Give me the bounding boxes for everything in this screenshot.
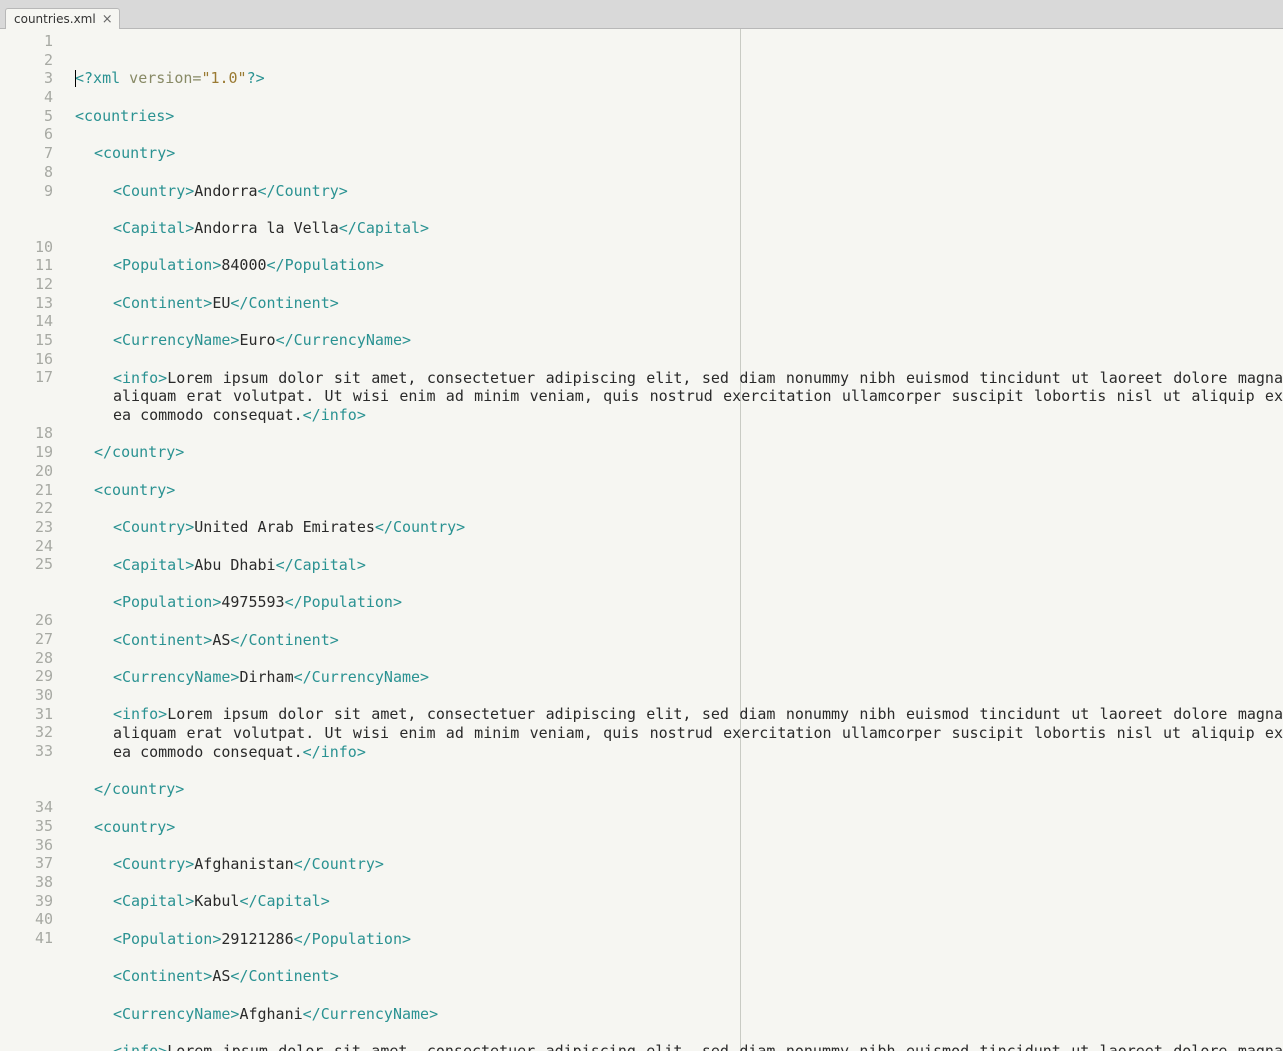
line-number: 28 [0,649,53,668]
line-number: 27 [0,630,53,649]
line-number: 24 [0,537,53,556]
line-number: 16 [0,350,53,369]
line-number: 12 [0,275,53,294]
line-number-gutter: 1234567891011121314151617181920212223242… [0,29,63,1051]
line-number: 20 [0,462,53,481]
line-number: 17 [0,368,53,387]
line-number: 33 [0,742,53,761]
line-number: 26 [0,611,53,630]
editor-area[interactable]: 1234567891011121314151617181920212223242… [0,29,1283,1051]
line-number: 10 [0,238,53,257]
line-number: 31 [0,705,53,724]
line-number: 9 [0,182,53,201]
line-number: 13 [0,294,53,313]
line-number: 7 [0,144,53,163]
line-number: 6 [0,125,53,144]
line-number: 32 [0,723,53,742]
countries-open: <countries> [75,107,174,125]
line-number [0,219,53,238]
line-number [0,406,53,425]
line-number [0,593,53,612]
line-number: 39 [0,892,53,911]
line-number [0,200,53,219]
line-number: 35 [0,817,53,836]
line-number: 30 [0,686,53,705]
line-number: 3 [0,69,53,88]
line-number [0,966,53,985]
line-number: 5 [0,107,53,126]
line-number: 25 [0,555,53,574]
xml-attr: version= [120,69,201,87]
line-number [0,780,53,799]
line-number: 34 [0,798,53,817]
line-number: 22 [0,499,53,518]
line-number [0,574,53,593]
line-number: 38 [0,873,53,892]
line-number: 37 [0,854,53,873]
tab-bar: countries.xml × [0,0,1283,29]
line-number: 15 [0,331,53,350]
line-number: 40 [0,910,53,929]
line-number [0,387,53,406]
country-open: <country> [94,144,175,162]
line-number [0,948,53,967]
tab-filename: countries.xml [14,12,96,26]
line-number: 11 [0,256,53,275]
close-icon[interactable]: × [102,13,113,26]
line-number: 29 [0,667,53,686]
line-number: 21 [0,481,53,500]
line-number [0,761,53,780]
line-number: 4 [0,88,53,107]
line-number: 36 [0,836,53,855]
xml-decl-close: ?> [247,69,265,87]
line-number: 14 [0,312,53,331]
line-number: 1 [0,32,53,51]
line-number: 8 [0,163,53,182]
xml-attr-val: "1.0" [201,69,246,87]
code-content[interactable]: <?xml version="1.0"?> <countries> <count… [63,29,1283,1051]
file-tab[interactable]: countries.xml × [5,8,120,29]
line-number: 18 [0,424,53,443]
line-number: 23 [0,518,53,537]
xml-decl-open: <?xml [75,69,120,87]
line-number: 19 [0,443,53,462]
line-number: 2 [0,51,53,70]
line-number: 41 [0,929,53,948]
